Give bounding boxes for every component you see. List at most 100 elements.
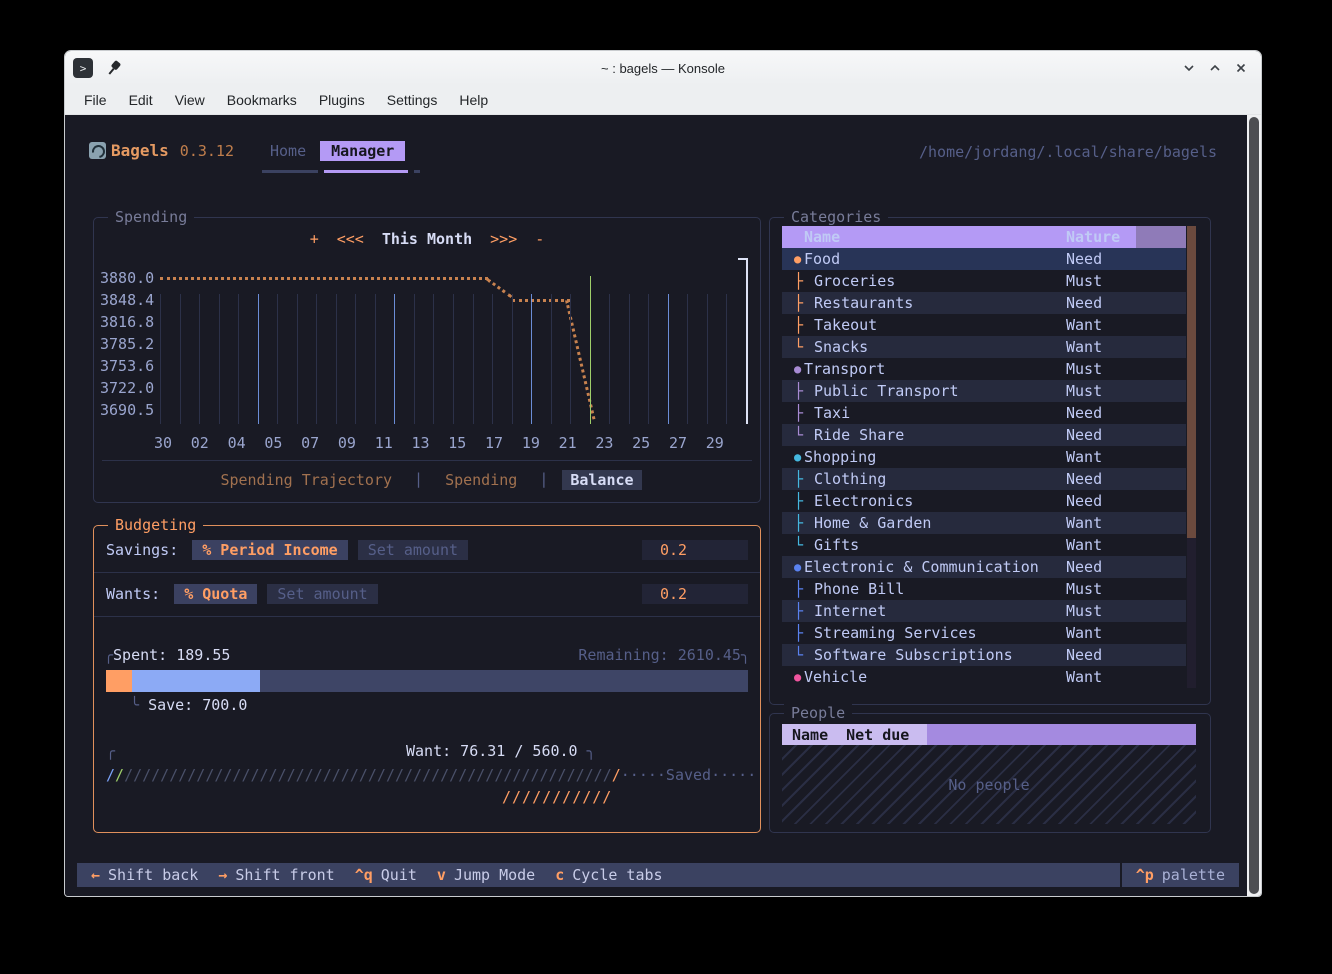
category-row[interactable]: ├ElectronicsNeed (782, 490, 1186, 512)
savings-mode-set-amount-button[interactable]: Set amount (358, 540, 468, 560)
gauge-spent-segment (106, 670, 132, 692)
minimize-button[interactable] (1181, 60, 1197, 76)
period-prev-button[interactable]: <<< (337, 230, 364, 248)
category-row[interactable]: └SnacksWant (782, 336, 1186, 358)
header-gutter (1136, 226, 1186, 248)
menu-item-settings[interactable]: Settings (376, 89, 449, 111)
category-row[interactable]: ├TaxiNeed (782, 402, 1186, 424)
x-axis-tick: 07 (301, 434, 319, 452)
category-dot-icon: ● (782, 560, 804, 574)
category-row[interactable]: └Software SubscriptionsNeed (782, 644, 1186, 666)
want-bar-tip: / (612, 766, 621, 784)
menu-item-plugins[interactable]: Plugins (308, 89, 376, 111)
category-row[interactable]: ├GroceriesMust (782, 270, 1186, 292)
categories-panel-title: Categories (784, 208, 888, 226)
category-nature: Must (1066, 382, 1136, 400)
x-axis-tick: 04 (228, 434, 246, 452)
terminal-scrollbar-thumb[interactable] (1249, 117, 1259, 894)
row-gutter (1136, 358, 1186, 380)
chart-tab-spending-trajectory[interactable]: Spending Trajectory (212, 470, 400, 490)
wants-value-field[interactable]: 0.2 (642, 584, 748, 604)
category-row[interactable]: ├Public TransportMust (782, 380, 1186, 402)
category-row[interactable]: └GiftsWant (782, 534, 1186, 556)
wants-mode-quota-button[interactable]: % Quota (174, 584, 257, 604)
day-gridline (355, 294, 356, 424)
terminal-scrollbar[interactable] (1247, 115, 1261, 896)
category-row[interactable]: ├ClothingNeed (782, 468, 1186, 490)
want-bar-start: / (106, 766, 115, 784)
categories-scrollbar-thumb[interactable] (1187, 226, 1196, 538)
period-subtract-button[interactable]: - (535, 230, 544, 248)
tab-home[interactable]: Home (260, 141, 316, 161)
category-row[interactable]: ├Streaming ServicesWant (782, 622, 1186, 644)
keybind-label: Quit (381, 866, 417, 884)
x-axis-tick: 13 (411, 434, 429, 452)
tree-branch-icon: ├ (782, 404, 804, 422)
menu-item-bookmarks[interactable]: Bookmarks (216, 89, 308, 111)
categories-scrollbar[interactable] (1187, 226, 1196, 688)
keybind-cycle-tabs[interactable]: cCycle tabs (555, 866, 662, 884)
wants-row: Wants: % Quota Set amount 0.2 (106, 582, 748, 606)
category-nature: Want (1066, 624, 1136, 642)
column-header-nature[interactable]: Nature (1066, 228, 1136, 246)
people-column-name[interactable]: Name (792, 726, 828, 744)
keybind-key: ^q (355, 866, 373, 884)
category-row[interactable]: ├RestaurantsNeed (782, 292, 1186, 314)
category-name: Public Transport (804, 382, 1066, 400)
menu-item-view[interactable]: View (164, 89, 216, 111)
category-name: Takeout (804, 316, 1066, 334)
period-add-button[interactable]: + (310, 230, 319, 248)
category-row[interactable]: ●VehicleWant (782, 666, 1186, 688)
menu-item-file[interactable]: File (73, 89, 118, 111)
category-row[interactable]: ├Home & GardenWant (782, 512, 1186, 534)
gauge-save-segment (132, 670, 260, 692)
category-row[interactable]: ├InternetMust (782, 600, 1186, 622)
keybind-jump-mode[interactable]: vJump Mode (437, 866, 535, 884)
tree-branch-icon: ├ (782, 602, 804, 620)
maximize-button[interactable] (1207, 60, 1223, 76)
tab-manager[interactable]: Manager (320, 141, 405, 161)
category-row[interactable]: └Ride ShareNeed (782, 424, 1186, 446)
budgeting-panel-title: Budgeting (108, 516, 203, 534)
menu-item-edit[interactable]: Edit (118, 89, 164, 111)
keybind-shift-back[interactable]: ←Shift back (91, 866, 198, 884)
period-gauge-bar (106, 670, 748, 692)
bracket: ╭ (106, 742, 115, 760)
savings-mode-percent-button[interactable]: % Period Income (192, 540, 347, 560)
konsole-window: > ~ : bagels — Konsole FileEditViewBookm… (64, 50, 1262, 897)
category-row[interactable]: ├Phone BillMust (782, 578, 1186, 600)
y-axis-tick: 3816.8 (100, 313, 152, 331)
category-row[interactable]: ●ShoppingWant (782, 446, 1186, 468)
savings-value-field[interactable]: 0.2 (642, 540, 748, 560)
category-row[interactable]: ├TakeoutWant (782, 314, 1186, 336)
category-nature: Need (1066, 426, 1136, 444)
tab-separator: | (539, 470, 548, 490)
keybind-quit[interactable]: ^q Quit (355, 866, 417, 884)
x-axis-tick: 19 (522, 434, 540, 452)
wants-mode-set-amount-button[interactable]: Set amount (267, 584, 377, 604)
category-row[interactable]: ●FoodNeed (782, 248, 1186, 270)
menu-item-help[interactable]: Help (448, 89, 499, 111)
palette-button[interactable]: ^p palette (1120, 863, 1239, 887)
category-nature: Want (1066, 668, 1136, 686)
save-label-row: ╰ Save: 700.0 (130, 696, 247, 714)
want-overflow-slashes: /////////// (502, 788, 612, 806)
row-gutter (1136, 600, 1186, 622)
keybind-shift-front[interactable]: →Shift front (218, 866, 334, 884)
people-panel-title: People (784, 704, 852, 722)
period-next-button[interactable]: >>> (490, 230, 517, 248)
category-row[interactable]: ●TransportMust (782, 358, 1186, 380)
x-axis-tick: 30 (154, 434, 172, 452)
day-gridline (297, 294, 298, 424)
chart-tab-spending[interactable]: Spending (437, 470, 525, 490)
title-bar[interactable]: > ~ : bagels — Konsole (65, 51, 1261, 85)
category-nature: Want (1066, 316, 1136, 334)
chart-tab-balance[interactable]: Balance (562, 470, 641, 490)
close-button[interactable] (1233, 60, 1249, 76)
category-row[interactable]: ●Electronic & CommunicationNeed (782, 556, 1186, 578)
row-gutter (1136, 622, 1186, 644)
column-header-name[interactable]: Name (804, 228, 1066, 246)
people-column-net-due[interactable]: Net due (846, 726, 909, 744)
bracket: ╰ (130, 696, 139, 714)
savings-label: Savings: (106, 541, 178, 559)
